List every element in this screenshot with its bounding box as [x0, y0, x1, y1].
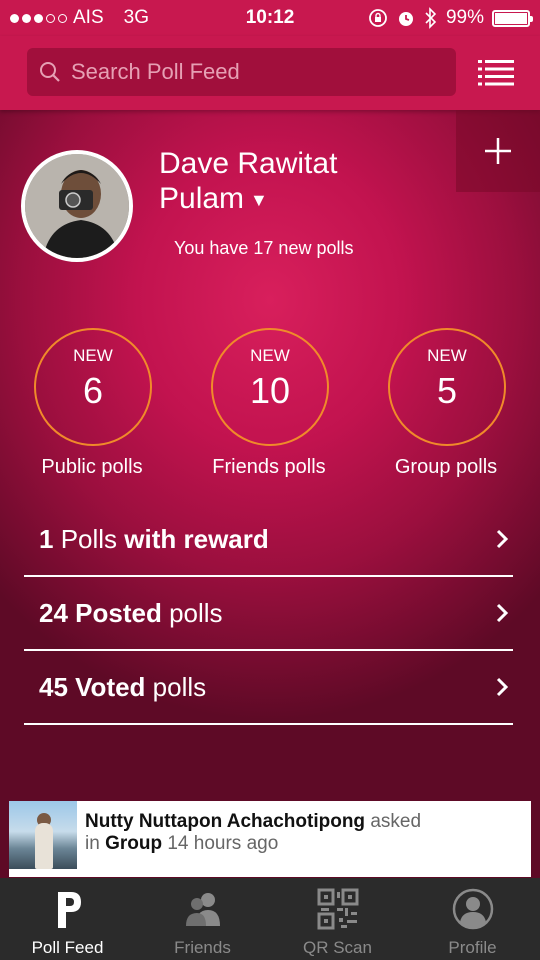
poll-row-count: 24	[39, 597, 68, 628]
poll-row-text: 1 Polls with reward	[39, 524, 269, 555]
poll-row-count: 45	[39, 671, 68, 702]
public-polls-label[interactable]: Public polls	[2, 456, 182, 479]
poll-row-bold: with reward	[124, 523, 269, 554]
public-polls-count: 6	[82, 370, 104, 411]
status-right: 99%	[368, 7, 533, 29]
new-badge: NEW	[427, 346, 467, 365]
avatar[interactable]	[21, 150, 133, 262]
battery-icon	[492, 9, 533, 27]
plus-icon	[485, 138, 511, 164]
tab-qr-scan[interactable]: QR Scan	[270, 878, 405, 960]
status-bar: AIS 3G 10:12 99%	[0, 0, 540, 36]
tab-friends[interactable]: Friends	[135, 878, 270, 960]
avatar-photo	[25, 154, 129, 258]
friends-icon	[186, 893, 220, 926]
feed-card[interactable]: Nutty Nuttapon Achachotipong asked in Gr…	[9, 801, 531, 877]
friends-polls-label[interactable]: Friends polls	[179, 456, 359, 479]
feed-author-photo	[9, 801, 77, 869]
list-menu-icon[interactable]	[478, 60, 514, 86]
tab-label: Profile	[448, 938, 497, 957]
poll-row-after: polls	[145, 671, 207, 702]
poll-row-text: 45 Voted polls	[39, 672, 206, 703]
poll-row-plain: Polls	[53, 523, 125, 554]
battery-percent: 99%	[445, 7, 484, 28]
friends-polls-count: 10	[249, 370, 291, 411]
user-name-text: Dave Rawitat Pulam	[159, 147, 338, 215]
polls-with-reward-row[interactable]: 1 Polls with reward	[24, 503, 513, 577]
search-icon	[40, 62, 60, 82]
chevron-right-icon	[496, 603, 509, 623]
feed-time: 14 hours ago	[162, 833, 279, 854]
tab-poll-feed[interactable]: Poll Feed	[0, 878, 135, 960]
friends-polls-counter[interactable]: NEW 10	[211, 328, 329, 446]
bluetooth-icon	[425, 7, 437, 29]
poll-row-after: polls	[161, 597, 223, 628]
public-polls-counter[interactable]: NEW 6	[34, 328, 152, 446]
voted-polls-row[interactable]: 45 Voted polls	[24, 651, 513, 725]
add-poll-button[interactable]	[456, 110, 540, 192]
carrier-name: AIS	[73, 7, 104, 28]
group-polls-label[interactable]: Group polls	[356, 456, 536, 479]
feed-group[interactable]: Group	[105, 833, 162, 854]
new-badge: NEW	[250, 346, 290, 365]
poll-row-count: 1	[39, 523, 54, 554]
caret-down-icon[interactable]: ▼	[250, 190, 268, 210]
poll-row-bold: Voted	[67, 671, 146, 702]
tab-profile[interactable]: Profile	[405, 878, 540, 960]
tab-label: QR Scan	[303, 938, 372, 957]
qr-code-icon	[317, 888, 359, 930]
status-left: AIS 3G	[10, 7, 149, 29]
chevron-right-icon	[496, 677, 509, 697]
feed-text: Nutty Nuttapon Achachotipong asked in Gr…	[77, 801, 421, 877]
tab-label: Friends	[174, 938, 231, 957]
top-bar	[0, 36, 540, 110]
poll-row-bold: Posted	[67, 597, 162, 628]
search-input[interactable]	[71, 59, 421, 85]
poll-row-text: 24 Posted polls	[39, 598, 223, 629]
poll-feed-icon	[58, 892, 81, 928]
signal-strength-icon	[10, 13, 67, 23]
rotation-lock-icon	[369, 9, 387, 27]
posted-polls-row[interactable]: 24 Posted polls	[24, 577, 513, 651]
tab-bar: Poll Feed Friends QR Scan Profile	[0, 878, 540, 960]
profile-icon	[452, 888, 494, 930]
tab-label: Poll Feed	[31, 938, 104, 957]
feed-action: asked	[365, 811, 422, 832]
feed-in-text: in	[85, 833, 106, 854]
group-polls-count: 5	[436, 370, 458, 411]
alarm-icon	[398, 12, 413, 26]
user-name[interactable]: Dave Rawitat Pulam ▼	[159, 146, 419, 218]
battery-fill	[495, 12, 527, 24]
chevron-right-icon	[496, 529, 509, 549]
feed-author[interactable]: Nutty Nuttapon Achachotipong	[85, 811, 365, 832]
network-type: 3G	[123, 7, 149, 28]
new-badge: NEW	[73, 346, 113, 365]
group-polls-counter[interactable]: NEW 5	[388, 328, 506, 446]
search-box[interactable]	[27, 48, 456, 96]
new-polls-message: You have 17 new polls	[174, 238, 354, 258]
